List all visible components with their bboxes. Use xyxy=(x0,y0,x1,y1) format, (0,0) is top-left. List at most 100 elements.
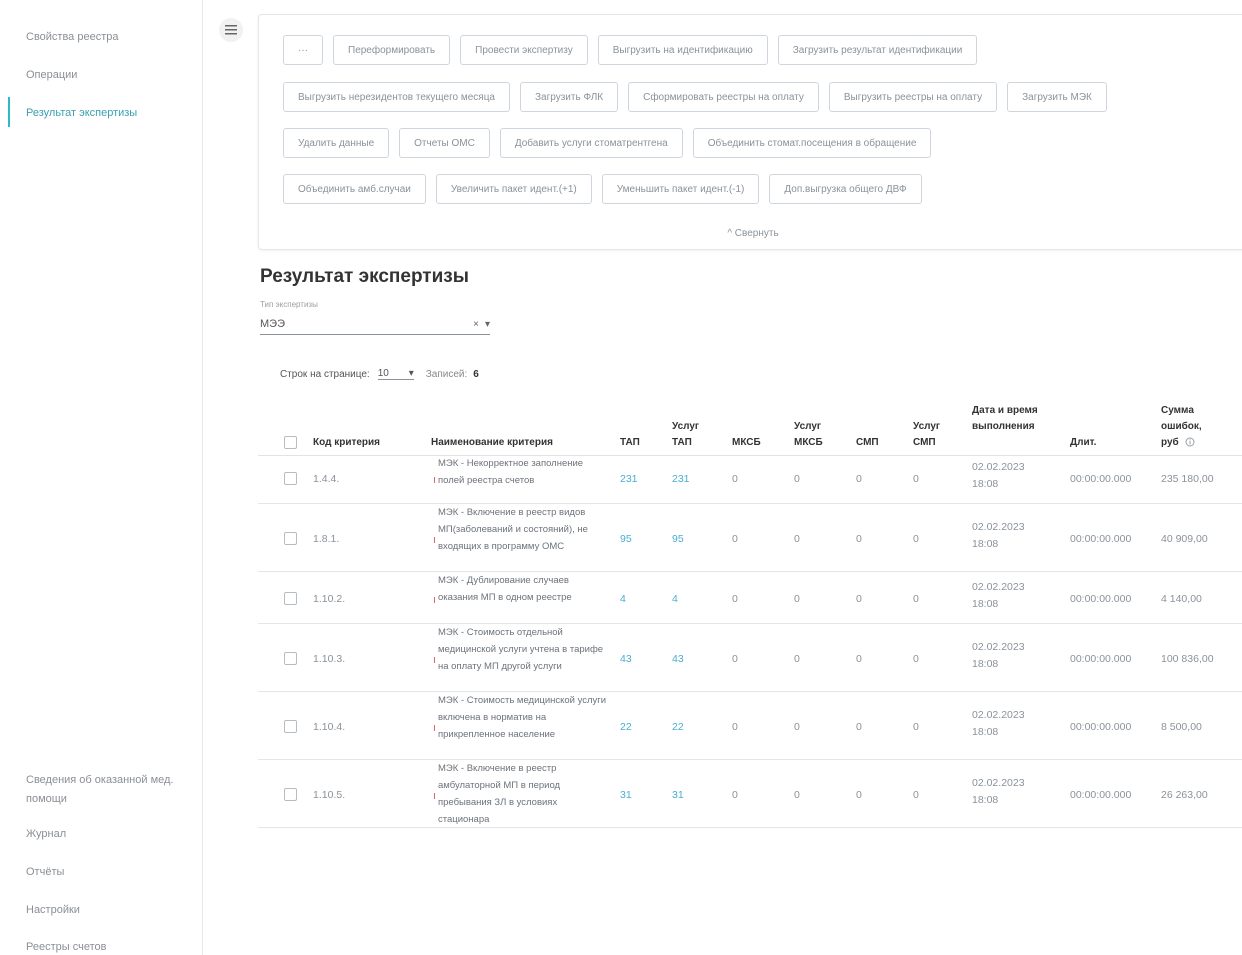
mksb-value: 0 xyxy=(732,533,738,545)
pagination-bar: Строк на странице: 10 ▾ Записей: 6 xyxy=(280,368,479,380)
table-row[interactable]: 1.10.4. МЭК - Стоимость медицинской услу… xyxy=(258,692,1242,760)
run-time: 18:08 xyxy=(972,794,999,806)
increase-package-button[interactable]: Увеличить пакет идент.(+1) xyxy=(435,174,592,204)
sidebar-item-invoice-registries[interactable]: Реестры счетов xyxy=(26,941,106,953)
sidebar-item-expertise-result[interactable]: Результат экспертизы xyxy=(26,107,137,119)
rows-per-page-select[interactable]: 10 ▾ xyxy=(377,368,414,380)
sidebar: Свойства реестра Операции Результат эксп… xyxy=(0,0,203,955)
row-checkbox[interactable] xyxy=(284,652,297,665)
expertise-type-select[interactable]: МЭЭ × ▾ xyxy=(260,314,490,335)
tap-link[interactable]: 95 xyxy=(620,533,632,545)
load-identification-result-button[interactable]: Загрузить результат идентификации xyxy=(777,35,978,65)
col-uslug-mksb[interactable]: Услуг МКСБ xyxy=(794,419,834,451)
table-row[interactable]: 1.4.4. МЭК - Некорректное заполнение пол… xyxy=(258,456,1242,504)
criterion-marker xyxy=(434,477,435,483)
mksb-value: 0 xyxy=(732,653,738,665)
sidebar-item-journal[interactable]: Журнал xyxy=(26,828,66,840)
sidebar-item-registry-properties[interactable]: Свойства реестра xyxy=(26,31,119,43)
sidebar-item-medical-care-info[interactable]: Сведения об оказанной мед. помощи xyxy=(26,771,186,809)
uslug-tap-link[interactable]: 22 xyxy=(672,721,684,733)
records-label: Записей: xyxy=(425,368,468,380)
oms-reports-button[interactable]: Отчеты ОМС xyxy=(399,128,490,158)
extra-dvf-export-button[interactable]: Доп.выгрузка общего ДВФ xyxy=(769,174,922,204)
criterion-name: МЭК - Некорректное заполнение полей реес… xyxy=(438,458,584,486)
duration-value: 00:00:00.000 xyxy=(1070,533,1132,545)
criterion-marker xyxy=(434,537,435,543)
form-payment-registries-button[interactable]: Сформировать реестры на оплату xyxy=(628,82,819,112)
load-mek-button[interactable]: Загрузить МЭК xyxy=(1007,82,1107,112)
uslug-smp-value: 0 xyxy=(913,533,919,545)
col-duration[interactable]: Длит. xyxy=(1070,435,1096,451)
table-row[interactable]: 1.10.5. МЭК - Включение в реестр амбулат… xyxy=(258,760,1242,828)
tap-link[interactable]: 43 xyxy=(620,653,632,665)
row-checkbox[interactable] xyxy=(284,592,297,605)
mksb-value: 0 xyxy=(732,593,738,605)
col-mksb[interactable]: МКСБ xyxy=(732,435,761,451)
criterion-marker xyxy=(434,597,435,603)
col-code[interactable]: Код критерия xyxy=(313,435,380,451)
col-name[interactable]: Наименование критерия xyxy=(431,435,553,451)
operations-panel: ··· Переформировать Провести экспертизу … xyxy=(258,14,1242,250)
error-sum: 4 140,00 xyxy=(1161,593,1202,605)
merge-dental-visits-button[interactable]: Объединить стомат.посещения в обращение xyxy=(692,128,932,158)
criterion-name: МЭК - Стоимость отдельной медицинской ус… xyxy=(438,627,604,672)
delete-data-button[interactable]: Удалить данные xyxy=(283,128,390,158)
sidebar-item-reports[interactable]: Отчёты xyxy=(26,866,64,878)
criterion-marker xyxy=(434,657,435,663)
duration-value: 00:00:00.000 xyxy=(1070,789,1132,801)
col-tap[interactable]: ТАП xyxy=(620,435,640,451)
decrease-package-button[interactable]: Уменьшить пакет идент.(-1) xyxy=(601,174,760,204)
sidebar-item-operations[interactable]: Операции xyxy=(26,69,77,81)
criterion-name: МЭК - Включение в реестр видов МП(заболе… xyxy=(438,507,588,552)
tap-link[interactable]: 231 xyxy=(620,473,638,485)
smp-value: 0 xyxy=(856,533,862,545)
chevron-down-icon: ▾ xyxy=(408,368,414,379)
col-uslug-tap[interactable]: Услуг ТАП xyxy=(672,419,712,451)
table-row[interactable]: 1.8.1. МЭК - Включение в реестр видов МП… xyxy=(258,504,1242,572)
rows-per-page-value: 10 xyxy=(377,368,389,379)
add-dental-xray-button[interactable]: Добавить услуги стоматрентгена xyxy=(499,128,683,158)
uslug-tap-link[interactable]: 95 xyxy=(672,533,684,545)
info-icon[interactable] xyxy=(1185,437,1195,447)
row-checkbox[interactable] xyxy=(284,532,297,545)
col-smp[interactable]: СМП xyxy=(856,435,879,451)
uslug-mksb-value: 0 xyxy=(794,721,800,733)
criterion-name: МЭК - Включение в реестр амбулаторной МП… xyxy=(438,763,561,825)
mksb-value: 0 xyxy=(732,473,738,485)
smp-value: 0 xyxy=(856,789,862,801)
tap-link[interactable]: 4 xyxy=(620,593,626,605)
sidebar-item-settings[interactable]: Настройки xyxy=(26,904,80,916)
chevron-down-icon[interactable]: ▾ xyxy=(485,319,490,330)
table-row[interactable]: 1.10.3. МЭК - Стоимость отдельной медици… xyxy=(258,624,1242,692)
merge-outpatient-cases-button[interactable]: Объединить амб.случаи xyxy=(283,174,426,204)
uslug-tap-link[interactable]: 31 xyxy=(672,789,684,801)
more-button[interactable]: ··· xyxy=(283,35,323,65)
select-all-checkbox[interactable] xyxy=(284,436,297,449)
error-sum: 100 836,00 xyxy=(1161,653,1214,665)
row-checkbox[interactable] xyxy=(284,472,297,485)
collapse-button[interactable]: ^ Свернуть xyxy=(259,228,1242,239)
smp-value: 0 xyxy=(856,653,862,665)
export-payment-registries-button[interactable]: Выгрузить реестры на оплату xyxy=(828,82,998,112)
row-checkbox[interactable] xyxy=(284,788,297,801)
tap-link[interactable]: 22 xyxy=(620,721,632,733)
run-date: 02.02.2023 xyxy=(972,709,1025,721)
criterion-code: 1.10.3. xyxy=(313,653,346,665)
menu-toggle-button[interactable] xyxy=(219,18,243,42)
export-nonresidents-button[interactable]: Выгрузить нерезидентов текущего месяца xyxy=(283,82,510,112)
uslug-tap-link[interactable]: 4 xyxy=(672,593,678,605)
export-identification-button[interactable]: Выгрузить на идентификацию xyxy=(597,35,768,65)
row-checkbox[interactable] xyxy=(284,720,297,733)
col-datetime[interactable]: Дата и время выполнения xyxy=(972,403,1052,435)
uslug-tap-link[interactable]: 43 xyxy=(672,653,684,665)
col-uslug-smp[interactable]: Услуг СМП xyxy=(913,419,953,451)
reform-button[interactable]: Переформировать xyxy=(333,35,451,65)
tap-link[interactable]: 31 xyxy=(620,789,632,801)
uslug-tap-link[interactable]: 231 xyxy=(672,473,690,485)
operations-row: Выгрузить нерезидентов текущего месяца З… xyxy=(283,82,1107,112)
run-expertise-button[interactable]: Провести экспертизу xyxy=(460,35,588,65)
expertise-results-table: Код критерия Наименование критерия ТАП У… xyxy=(258,398,1242,828)
table-row[interactable]: 1.10.2. МЭК - Дублирование случаев оказа… xyxy=(258,572,1242,624)
load-flk-button[interactable]: Загрузить ФЛК xyxy=(520,82,619,112)
clear-icon[interactable]: × xyxy=(473,319,479,330)
